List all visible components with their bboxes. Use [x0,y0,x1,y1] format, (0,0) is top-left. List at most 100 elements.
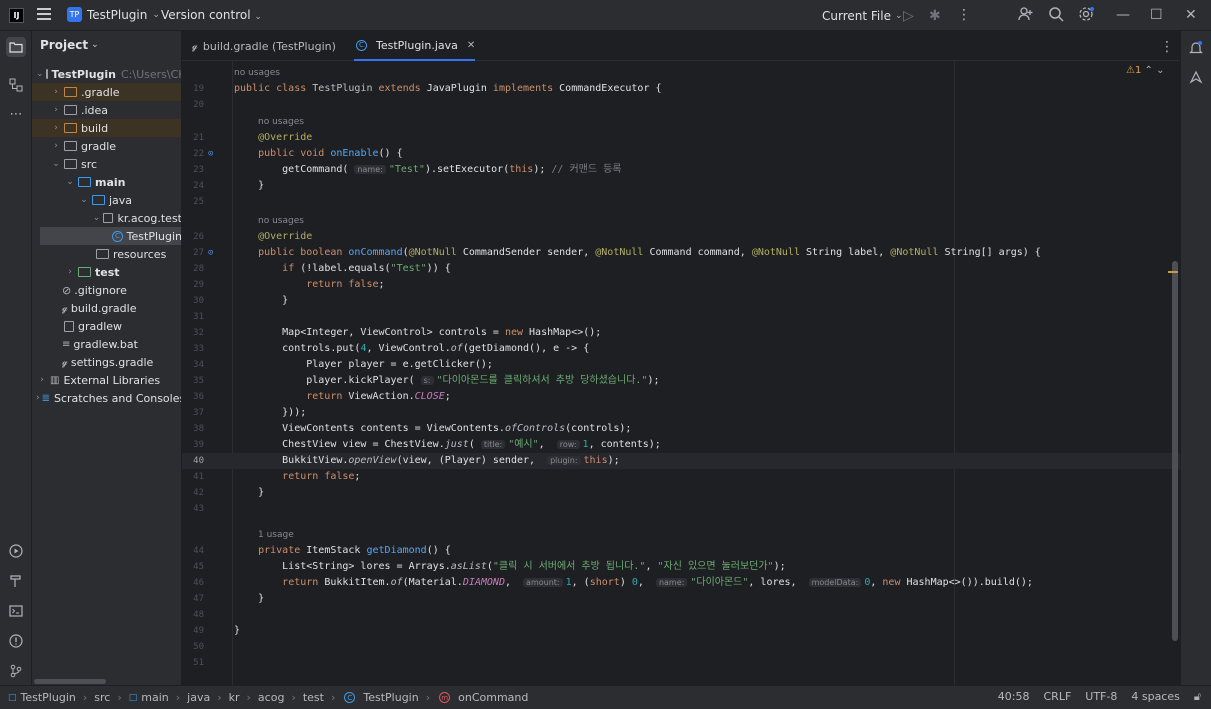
code-line: 23 getCommand( name: "Test").setExecutor(… [182,162,1180,178]
code-line: 51 [182,655,1180,671]
indent-setting[interactable]: 4 spaces [1131,690,1180,704]
tree-item-build-gradle[interactable]: 𝓰 build.gradle [32,299,181,317]
scrollbar-warning-marker[interactable] [1168,271,1178,273]
inspection-widget[interactable]: ⚠1 ⌃ ⌄ [1126,65,1165,76]
add-user-icon[interactable] [1018,6,1034,22]
project-horizontal-scrollbar[interactable] [34,679,106,684]
search-icon[interactable] [1048,6,1064,22]
breadcrumb-item[interactable]: TestPlugin [363,691,418,704]
project-badge: TP [67,7,82,22]
string-literal: "예시" [508,439,539,450]
gradle-file-icon: 𝓰 [62,356,68,368]
settings-gear-icon[interactable] [1078,6,1094,22]
tree-item-external-libraries[interactable]: › ▥ External Libraries [32,371,181,389]
line-number: 43 [193,504,204,514]
more-actions-icon[interactable]: ⋮ [957,7,971,23]
gradle-file-icon: 𝓰 [62,302,68,314]
tree-item-gradlew-bat[interactable]: ≡ gradlew.bat [32,335,181,353]
override-gutter-icon[interactable]: ⊙ [208,146,213,162]
tree-item-resources[interactable]: resources [32,245,181,263]
package-icon [103,213,114,223]
chevron-right-icon: › [175,691,181,704]
run-icon[interactable]: ▷ [903,8,914,24]
close-icon[interactable]: ✕ [1185,7,1197,23]
breadcrumb-item[interactable]: test [303,691,324,704]
tab-build-gradle[interactable]: 𝓰 build.gradle (TestPlugin) [192,31,336,61]
tree-root[interactable]: ⌄ TestPlugin C:\Users\CKI [32,65,181,83]
line-number: 35 [193,376,204,386]
tree-item-label: .gradle [81,85,120,99]
notifications-bell-icon[interactable] [1186,37,1206,57]
git-branch-icon[interactable] [6,661,26,681]
unlock-icon[interactable]: 🔓︎ [1194,690,1201,704]
code-line: 27 ⊙ public boolean onCommand(@NotNull Co… [182,245,1180,261]
breadcrumb-item[interactable]: main [141,691,168,704]
caret-position[interactable]: 40:58 [998,690,1030,704]
terminal-icon[interactable] [6,601,26,621]
chevron-down-icon: ⌄ [66,177,74,187]
file-encoding[interactable]: UTF-8 [1085,690,1117,704]
code-editor[interactable]: ⚠1 ⌃ ⌄ no usages 19 public class TestPlug… [182,61,1180,685]
breadcrumb-item[interactable]: TestPlugin [21,691,76,704]
breadcrumb-item[interactable]: acog [258,691,285,704]
usage-hint[interactable]: no usages [258,116,304,128]
editor-vertical-scrollbar[interactable] [1172,261,1178,641]
tree-item-gitignore[interactable]: ⊘ .gitignore [32,281,181,299]
tab-testplugin-java[interactable]: C TestPlugin.java ✕ [354,31,476,61]
usage-hint[interactable]: no usages [258,215,304,227]
tree-item-java[interactable]: ⌄ java [32,191,181,209]
implements-gutter-icon[interactable]: ⊙ [208,245,213,261]
maximize-icon[interactable]: ☐ [1150,7,1163,23]
minimize-icon[interactable]: — [1116,7,1130,23]
project-switcher[interactable]: TP TestPlugin ⌄ [67,7,160,22]
ai-assistant-icon[interactable] [1186,67,1206,87]
tab-label: build.gradle (TestPlugin) [202,39,336,53]
main-menu-icon[interactable] [37,8,51,22]
tree-item-main[interactable]: ⌄ main [32,173,181,191]
chevron-right-icon: › [54,123,58,133]
tree-item-scratches[interactable]: › ≣ Scratches and Consoles [32,389,181,407]
tree-item-settings-gradle[interactable]: 𝓰 settings.gradle [32,353,181,371]
code-line: 20 [182,97,1180,113]
tree-item-gradlew[interactable]: gradlew [32,317,181,335]
structure-icon[interactable] [6,75,26,95]
tree-item-idea[interactable]: › .idea [32,101,181,119]
breadcrumb-item[interactable]: src [94,691,110,704]
services-run-icon[interactable] [6,541,26,561]
tree-item-label: build.gradle [70,301,137,315]
debug-icon[interactable]: ✱ [929,8,941,24]
usage-hint[interactable]: no usages [234,67,280,79]
tree-item-gradle[interactable]: › gradle [32,137,181,155]
title-bar: IJ TP TestPlugin ⌄ Version control ⌄ Cur… [0,0,1211,31]
tree-item-package[interactable]: ⌄ kr.acog.test [32,209,181,227]
usage-hint[interactable]: 1 usage [258,529,294,541]
right-tool-window-bar [1180,31,1211,685]
code-line: 43 [182,501,1180,517]
breadcrumb-item[interactable]: java [187,691,210,704]
tree-item-src[interactable]: ⌄ src [32,155,181,173]
tree-item-gradle-dir[interactable]: › .gradle [32,83,181,101]
build-hammer-icon[interactable] [6,571,26,591]
more-tools-icon[interactable]: ⋯ [6,104,26,124]
class-icon: C [344,692,356,703]
chevron-down-icon: ⌄ [91,40,99,50]
tab-options-icon[interactable]: ⋮ [1160,39,1174,55]
close-tab-icon[interactable]: ✕ [467,40,475,51]
tree-item-test[interactable]: › test [32,263,181,281]
breadcrumb-item[interactable]: onCommand [458,691,528,704]
code-line: 38 ViewContents contents = ViewContents.… [182,421,1180,437]
code-line: 46 return BukkitItem.of(Material.DIAMOND… [182,575,1180,591]
line-separator[interactable]: CRLF [1044,690,1072,704]
status-bar: □ TestPlugin › src › □ main › java › kr › aco… [0,685,1211,709]
run-config-selector[interactable]: Current File ⌄ [822,0,903,31]
tree-item-label: .gitignore [74,283,127,297]
project-folder-icon[interactable] [6,37,26,57]
line-number: 20 [193,100,204,110]
project-panel-header[interactable]: Project ⌄ [32,31,181,59]
code-line: 37 })); [182,405,1180,421]
breadcrumb-item[interactable]: kr [229,691,240,704]
tree-item-build[interactable]: › build [32,119,181,137]
tree-item-testplugin-class[interactable]: C TestPlugin [40,227,181,245]
problems-icon[interactable] [6,631,26,651]
version-control-menu[interactable]: Version control ⌄ [161,8,262,22]
